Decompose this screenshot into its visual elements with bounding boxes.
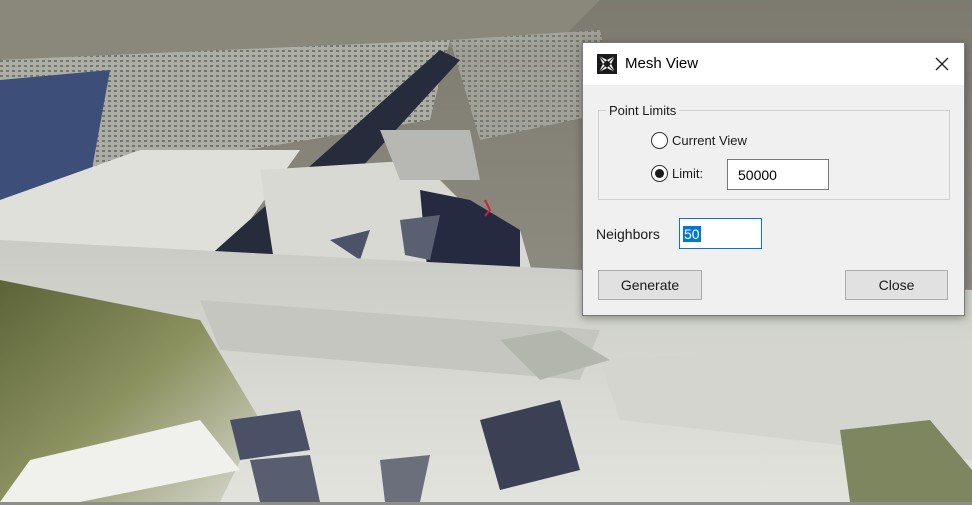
current-view-radio[interactable] <box>651 132 668 149</box>
limit-label: Limit: <box>672 166 704 181</box>
neighbors-input[interactable]: 50 <box>679 218 762 249</box>
neighbors-value-selected: 50 <box>683 225 701 242</box>
title-close-button[interactable] <box>920 43 964 85</box>
radio-selected-dot <box>655 169 664 178</box>
limit-input[interactable]: 50000 <box>727 159 829 190</box>
limit-radio-option[interactable]: Limit: <box>651 165 703 182</box>
dialog-titlebar[interactable]: Mesh View <box>583 43 964 85</box>
close-icon <box>935 57 949 71</box>
point-limits-legend: Point Limits <box>606 103 680 118</box>
mesh-view-dialog: Mesh View Point Limits Current View Limi… <box>582 42 965 316</box>
mesh-app-icon <box>597 54 617 74</box>
close-button[interactable]: Close <box>845 270 948 300</box>
dialog-title: Mesh View <box>625 55 699 72</box>
current-view-label: Current View <box>672 133 747 148</box>
limit-radio[interactable] <box>651 165 668 182</box>
neighbors-label: Neighbors <box>596 226 660 242</box>
generate-button[interactable]: Generate <box>598 270 702 300</box>
current-view-radio-option[interactable]: Current View <box>651 132 747 149</box>
